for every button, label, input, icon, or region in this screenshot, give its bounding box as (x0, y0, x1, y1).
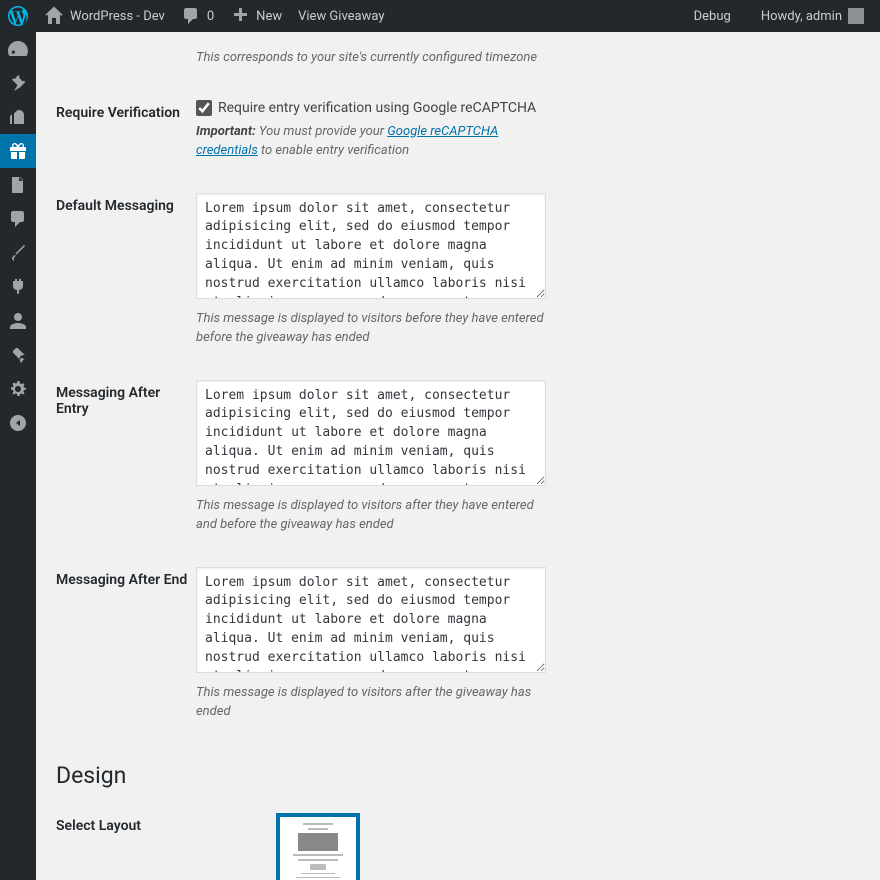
admin-bar-right: Debug Howdy, admin (686, 0, 880, 32)
default-messaging-description: This message is displayed to visitors be… (196, 309, 548, 348)
default-messaging-label: Default Messaging (56, 193, 196, 214)
after-end-textarea[interactable] (196, 567, 546, 673)
select-layout-label: Select Layout (56, 813, 276, 834)
timezone-label-spacer (56, 32, 196, 37)
verification-label: Require Verification (56, 100, 196, 121)
default-messaging-textarea[interactable] (196, 193, 546, 299)
wrench-icon (8, 345, 28, 365)
plugin-icon (8, 277, 28, 297)
verification-checkbox-label: Require entry verification using Google … (218, 100, 536, 116)
view-giveaway-label: View Giveaway (298, 9, 384, 24)
avatar (848, 8, 864, 24)
design-heading: Design (56, 762, 860, 789)
admin-bar-left: WordPress - Dev 0 New View Giveaway (0, 0, 393, 32)
verification-note: Important: You must provide your Google … (196, 122, 548, 161)
menu-settings[interactable] (0, 372, 36, 406)
layout-thumb-decoration (301, 873, 335, 874)
after-entry-description: This message is displayed to visitors af… (196, 496, 548, 535)
verification-note-after: to enable entry verification (258, 143, 409, 158)
media-icon (8, 107, 28, 127)
layout-thumb-decoration (308, 828, 328, 830)
gift-icon (8, 141, 28, 161)
comments-count: 0 (207, 9, 214, 24)
settings-icon (8, 379, 28, 399)
verification-important-prefix: Important: (196, 124, 256, 139)
dashboard-icon (8, 39, 28, 59)
comment-icon (181, 6, 201, 26)
layout-thumb-decoration (298, 859, 338, 861)
timezone-description: This corresponds to your site's currentl… (196, 48, 548, 68)
plus-icon (230, 6, 250, 26)
view-giveaway-button[interactable]: View Giveaway (290, 0, 392, 32)
howdy-label: Howdy, admin (761, 9, 842, 24)
content-area: This corresponds to your site's currentl… (36, 32, 880, 880)
admin-menu (0, 32, 36, 880)
site-home-button[interactable]: WordPress - Dev (36, 0, 173, 32)
site-name-label: WordPress - Dev (70, 9, 165, 24)
comment-menu-icon (8, 209, 28, 229)
layout-thumb-decoration (310, 864, 326, 870)
after-entry-label: Messaging After Entry (56, 380, 196, 417)
layout-option-selected[interactable] (276, 813, 360, 880)
menu-comments[interactable] (0, 202, 36, 236)
menu-collapse[interactable] (0, 406, 36, 440)
layout-thumb-decoration (303, 823, 333, 825)
menu-users[interactable] (0, 304, 36, 338)
menu-tools[interactable] (0, 338, 36, 372)
menu-media[interactable] (0, 100, 36, 134)
after-end-description: This message is displayed to visitors af… (196, 683, 548, 722)
wp-logo-button[interactable] (0, 0, 36, 32)
layout-thumb-decoration (296, 877, 340, 878)
menu-posts[interactable] (0, 66, 36, 100)
menu-giveaway[interactable] (0, 134, 36, 168)
collapse-icon (8, 413, 28, 433)
menu-appearance[interactable] (0, 236, 36, 270)
debug-button[interactable]: Debug (686, 0, 739, 32)
menu-dashboard[interactable] (0, 32, 36, 66)
home-icon (44, 6, 64, 26)
menu-plugins[interactable] (0, 270, 36, 304)
admin-bar: WordPress - Dev 0 New View Giveaway Debu… (0, 0, 880, 32)
new-button[interactable]: New (222, 0, 290, 32)
verification-checkbox[interactable] (196, 100, 212, 116)
account-button[interactable]: Howdy, admin (753, 0, 872, 32)
verification-note-before: You must provide your (256, 124, 388, 139)
comments-button[interactable]: 0 (173, 0, 222, 32)
layout-thumb-decoration (293, 854, 343, 856)
pin-icon (8, 73, 28, 93)
after-end-label: Messaging After End (56, 567, 196, 588)
layout-thumb-decoration (298, 833, 338, 851)
user-icon (8, 311, 28, 331)
after-entry-textarea[interactable] (196, 380, 546, 486)
debug-label: Debug (694, 9, 731, 24)
pages-icon (8, 175, 28, 195)
wordpress-logo-icon (8, 6, 28, 26)
new-label: New (256, 9, 282, 24)
menu-pages[interactable] (0, 168, 36, 202)
brush-icon (8, 243, 28, 263)
